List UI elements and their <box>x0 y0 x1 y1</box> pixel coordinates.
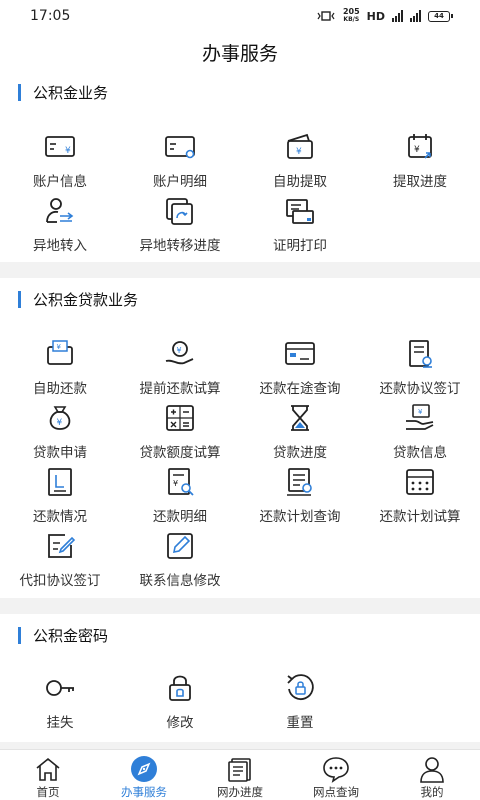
lock-icon <box>169 675 191 701</box>
document-search-icon: ¥ <box>168 468 194 496</box>
service-loan-apply[interactable]: ¥ 贷款申请 <box>0 401 120 461</box>
section-header: 公积金密码 <box>0 617 480 653</box>
service-repay-plan-calc[interactable]: 还款计划试算 <box>360 465 480 525</box>
service-self-withdraw[interactable]: ¥ 自助提取 <box>240 130 360 190</box>
person-icon <box>420 757 444 783</box>
section-accent-bar <box>18 626 21 644</box>
section-accent-bar <box>18 290 21 308</box>
service-transfer-progress[interactable]: 异地转移进度 <box>120 194 240 254</box>
svg-text:¥: ¥ <box>418 408 423 416</box>
service-early-repay-calc[interactable]: ¥ 提前还款试算 <box>120 337 240 397</box>
document-sign-icon <box>409 340 432 368</box>
service-withhold-agreement[interactable]: 代扣协议签订 <box>0 529 120 589</box>
svg-text:¥: ¥ <box>173 479 178 488</box>
service-repay-status[interactable]: 还款情况 <box>0 465 120 525</box>
tab-mine[interactable]: 我的 <box>384 750 480 800</box>
hand-card-icon: ¥ <box>406 404 434 430</box>
section-loan-business: 公积金贷款业务 ¥ 自助还款 ¥ 提前还款试算 还款在途查询 还款协议签订 ¥ … <box>0 278 480 598</box>
svg-text:¥: ¥ <box>177 346 182 355</box>
service-contact-edit[interactable]: 联系信息修改 <box>120 529 240 589</box>
progress-doc-icon <box>228 758 251 782</box>
bottom-tab-bar: 首页 办事服务 网办进度 网点查询 我的 <box>0 749 480 800</box>
section-fund-business: 公积金业务 ¥ 账户信息 账户明细 ¥ 自助提取 ¥ 提取进度 异地转入 异地转… <box>0 72 480 262</box>
section-password: 公积金密码 挂失 修改 重置 <box>0 614 480 742</box>
calendar-grid-icon <box>406 469 434 495</box>
page-title: 办事服务 <box>0 32 480 72</box>
section-title: 公积金密码 <box>33 626 109 645</box>
status-bar: 17:05 205 KB/S HD 44 <box>0 0 480 32</box>
tab-outlet-search[interactable]: 网点查询 <box>288 750 384 800</box>
svg-text:¥: ¥ <box>57 343 62 351</box>
service-change-password[interactable]: 修改 <box>120 671 240 731</box>
svg-text:¥: ¥ <box>57 418 63 428</box>
section-header: 公积金业务 <box>0 74 480 110</box>
service-certificate-print[interactable]: 证明打印 <box>240 194 360 254</box>
service-report-loss[interactable]: 挂失 <box>0 671 120 731</box>
service-loan-progress[interactable]: 贷款进度 <box>240 401 360 461</box>
network-speed: 205 KB/S <box>342 7 360 24</box>
status-time: 17:05 <box>30 8 71 24</box>
section-title: 公积金贷款业务 <box>33 290 139 309</box>
svg-text:¥: ¥ <box>296 147 302 157</box>
user-transfer-icon <box>46 198 74 223</box>
section-title: 公积金业务 <box>33 83 109 102</box>
chat-bubble-icon <box>323 757 349 783</box>
calculator-icon <box>166 405 194 431</box>
hand-coin-icon: ¥ <box>165 341 194 365</box>
section-header: 公积金贷款业务 <box>0 281 480 317</box>
status-icons: 205 KB/S HD 44 <box>316 7 453 24</box>
service-reset-password[interactable]: 重置 <box>240 671 360 731</box>
transfer-progress-icon <box>166 198 193 225</box>
service-repay-agreement[interactable]: 还款协议签订 <box>360 337 480 397</box>
tab-services[interactable]: 办事服务 <box>96 750 192 800</box>
account-detail-icon <box>165 136 195 159</box>
signal-icon-2 <box>410 10 421 22</box>
signal-icon <box>392 10 403 22</box>
service-loan-info[interactable]: ¥ 贷款信息 <box>360 401 480 461</box>
edit-document-icon <box>48 534 76 558</box>
key-icon <box>46 680 74 696</box>
service-account-detail[interactable]: 账户明细 <box>120 130 240 190</box>
service-repay-detail[interactable]: ¥ 还款明细 <box>120 465 240 525</box>
service-repay-transit-query[interactable]: 还款在途查询 <box>240 337 360 397</box>
compass-icon <box>131 756 157 782</box>
svg-text:¥: ¥ <box>414 145 420 155</box>
money-bag-icon: ¥ <box>49 406 71 430</box>
hourglass-icon <box>291 405 309 431</box>
calendar-progress-icon: ¥ <box>408 134 432 159</box>
wallet-repay-icon: ¥ <box>47 340 73 365</box>
wallet-icon: ¥ <box>287 133 313 159</box>
service-loan-quota-calc[interactable]: 贷款额度试算 <box>120 401 240 461</box>
account-card-icon: ¥ <box>45 136 75 157</box>
card-window-icon <box>285 342 315 365</box>
printer-icon <box>286 199 314 224</box>
service-withdraw-progress[interactable]: ¥ 提取进度 <box>360 130 480 190</box>
service-account-info[interactable]: ¥ 账户信息 <box>0 130 120 190</box>
service-self-repay[interactable]: ¥ 自助还款 <box>0 337 120 397</box>
vibrate-icon <box>317 11 335 21</box>
service-repay-plan-query[interactable]: 还款计划查询 <box>240 465 360 525</box>
report-icon <box>48 468 72 496</box>
battery-icon: 44 <box>428 10 453 22</box>
home-icon <box>36 757 60 781</box>
list-search-icon <box>287 468 312 496</box>
svg-text:¥: ¥ <box>65 146 71 156</box>
hd-badge: HD <box>366 9 385 23</box>
section-accent-bar <box>18 83 21 101</box>
reset-lock-icon <box>287 674 314 700</box>
tab-online-progress[interactable]: 网办进度 <box>192 750 288 800</box>
pencil-box-icon <box>167 533 193 559</box>
service-remote-transfer-in[interactable]: 异地转入 <box>0 194 120 254</box>
tab-home[interactable]: 首页 <box>0 750 96 800</box>
